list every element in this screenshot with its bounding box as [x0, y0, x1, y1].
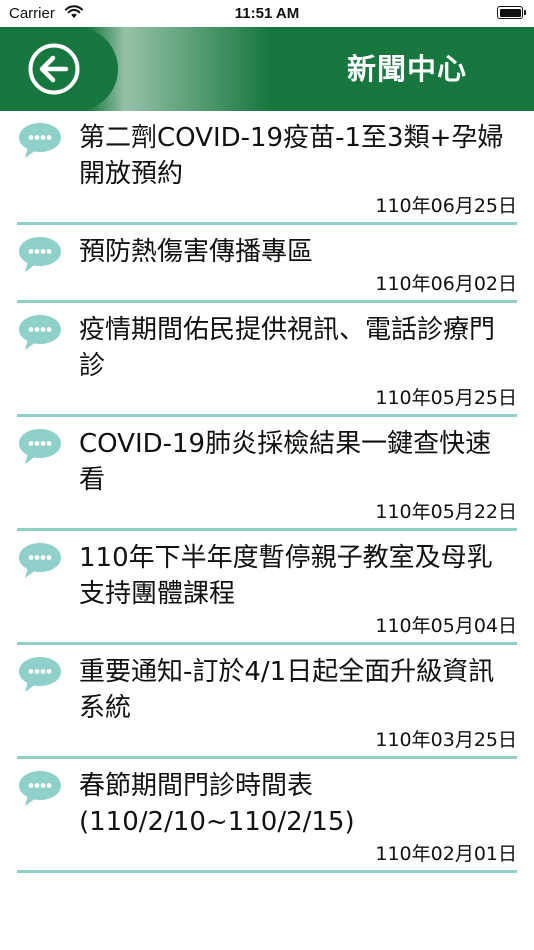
speech-bubble-icon	[17, 655, 63, 695]
speech-bubble-icon	[17, 769, 63, 809]
news-date: 110年06月02日	[375, 273, 517, 295]
speech-bubble-icon	[17, 235, 63, 275]
speech-bubble-icon	[17, 427, 63, 467]
news-item[interactable]: 疫情期間佑民提供視訊、電話診療門診 110年05月25日	[17, 303, 517, 417]
battery-icon	[497, 6, 526, 19]
news-title: 110年下半年度暫停親子教室及母乳支持團體課程	[79, 543, 493, 609]
news-date: 110年05月25日	[375, 387, 517, 409]
page-title: 新聞中心	[346, 52, 467, 86]
news-item[interactable]: COVID-19肺炎採檢結果一鍵查快速看 110年05月22日	[17, 417, 517, 531]
news-date: 110年05月22日	[375, 501, 517, 523]
speech-bubble-icon	[17, 121, 63, 161]
status-bar: Carrier 11:51 AM	[0, 0, 534, 27]
news-title: 第二劑COVID-19疫苗-1至3類+孕婦開放預約	[79, 123, 504, 189]
arrow-left-circle-icon	[28, 43, 80, 95]
news-title: 春節期間門診時間表(110/2/10~110/2/15)	[79, 771, 355, 837]
speech-bubble-icon	[17, 313, 63, 353]
news-title: 預防熱傷害傳播專區	[79, 237, 314, 267]
news-item[interactable]: 預防熱傷害傳播專區 110年06月02日	[17, 225, 517, 303]
news-title: 疫情期間佑民提供視訊、電話診療門診	[79, 315, 496, 381]
news-date: 110年03月25日	[375, 729, 517, 751]
nav-bar: 新聞中心	[0, 27, 534, 111]
back-button[interactable]	[28, 43, 80, 95]
news-title: 重要通知-訂於4/1日起全面升級資訊系統	[79, 657, 495, 723]
news-item[interactable]: 春節期間門診時間表(110/2/10~110/2/15) 110年02月01日	[17, 759, 517, 873]
clock: 11:51 AM	[234, 5, 300, 22]
news-item[interactable]: 110年下半年度暫停親子教室及母乳支持團體課程 110年05月04日	[17, 531, 517, 645]
news-title: COVID-19肺炎採檢結果一鍵查快速看	[79, 429, 492, 495]
news-item[interactable]: 第二劑COVID-19疫苗-1至3類+孕婦開放預約 110年06月25日	[17, 111, 517, 225]
news-item[interactable]: 重要通知-訂於4/1日起全面升級資訊系統 110年03月25日	[17, 645, 517, 759]
speech-bubble-icon	[17, 541, 63, 581]
news-date: 110年02月01日	[375, 843, 517, 865]
news-list: 第二劑COVID-19疫苗-1至3類+孕婦開放預約 110年06月25日預防熱傷害…	[0, 111, 534, 873]
news-date: 110年05月04日	[375, 615, 517, 637]
news-date: 110年06月25日	[375, 195, 517, 217]
